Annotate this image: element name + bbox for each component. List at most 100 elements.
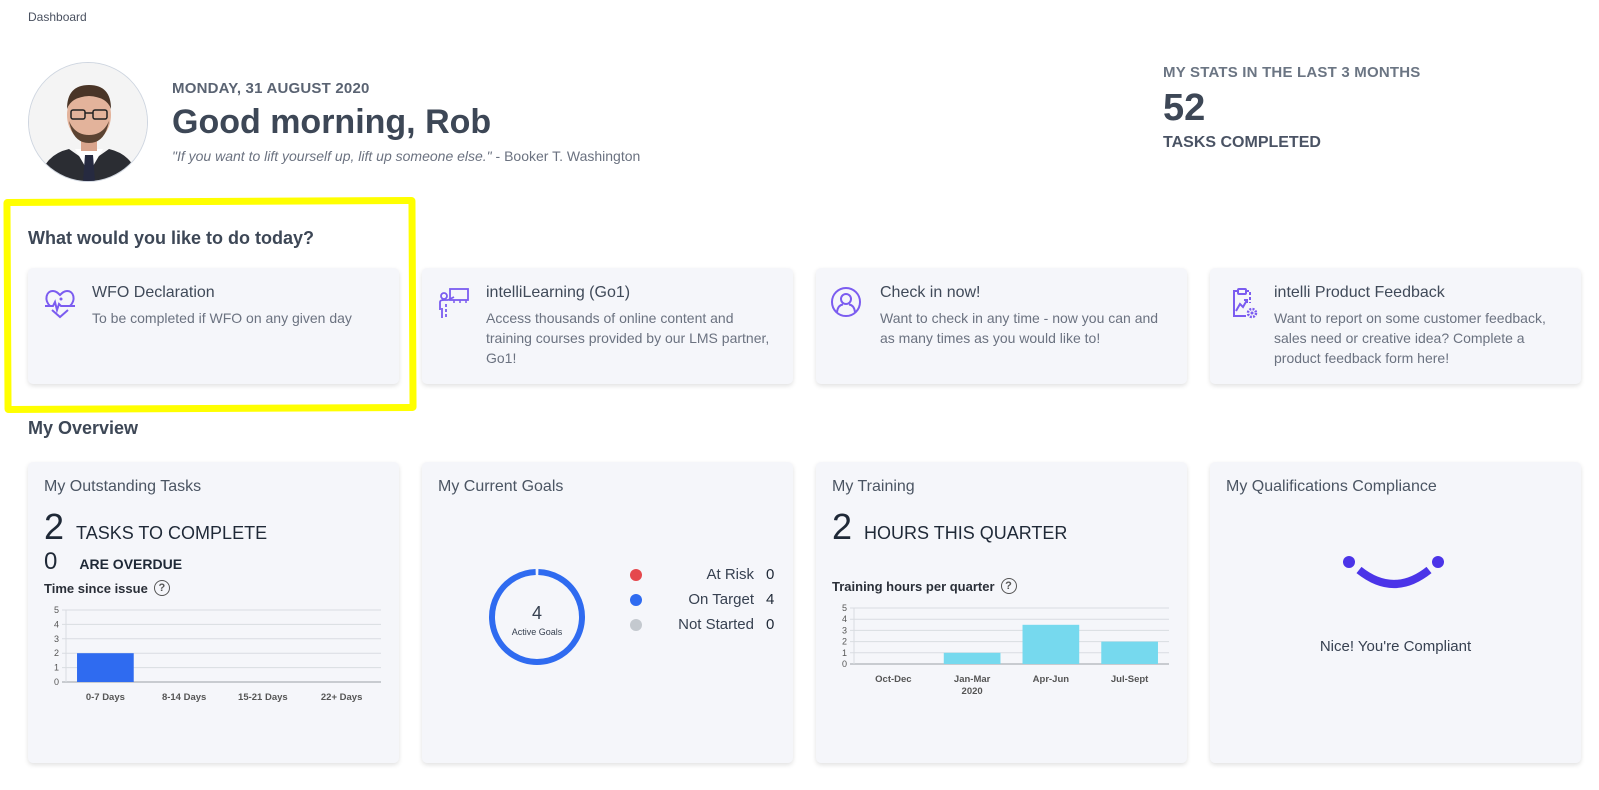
goals-legend: At Risk 0 On Target 4 Not Started 0	[630, 562, 774, 637]
help-icon[interactable]: ?	[153, 580, 170, 596]
action-title: intelli Product Feedback	[1274, 284, 1445, 301]
overdue-label: ARE OVERDUE	[79, 556, 183, 572]
daily-quote: "If you want to lift yourself up, lift u…	[172, 148, 640, 164]
action-title: intelliLearning (Go1)	[486, 284, 631, 301]
y-tick-label: 2	[842, 637, 847, 647]
breadcrumb[interactable]: Dashboard	[28, 10, 87, 24]
card-title: My Current Goals	[438, 478, 564, 495]
overdue-row: 0 ARE OVERDUE	[44, 548, 383, 576]
x-tick-label: 0-7 Days	[86, 692, 125, 703]
user-photo	[29, 63, 147, 181]
training-hours-chart: 012 345 Oct-Dec Jan-Mar2020 Apr-Jun Jul-Sept	[842, 603, 1169, 697]
action-desc: Want to report on some customer feedback…	[1274, 310, 1546, 366]
legend-dot	[630, 568, 642, 581]
tasks-count: 2	[44, 506, 65, 547]
quote-author: - Booker T. Washington	[491, 148, 641, 164]
action-desc: Want to check in any time - now you can …	[880, 310, 1159, 346]
legend-label: On Target	[688, 591, 754, 608]
chart-title-text: Time since issue	[44, 580, 148, 596]
clipboard-gear-icon	[1233, 288, 1258, 319]
action-title: WFO Declaration	[92, 284, 215, 301]
training-hours: 2	[832, 506, 853, 547]
time-since-issue-chart: 0 1 2 3 4 5 0-7 Days 8-14 Days 15-21 Days 22+ Day…	[54, 605, 381, 703]
legend-value: 0	[766, 616, 775, 633]
outstanding-tasks-card[interactable]: My Outstanding Tasks 2 TASKS TO COMPLETE…	[28, 462, 399, 763]
x-tick-label: 8-14 Days	[162, 692, 206, 703]
chart-title: Time since issue ?	[44, 580, 383, 596]
y-tick-label: 3	[842, 625, 847, 635]
card-title: My Training	[832, 478, 915, 495]
smiley-right-eye	[1432, 556, 1444, 568]
compliance-message: Nice! You're Compliant	[1319, 638, 1472, 655]
smiley-mouth	[1356, 566, 1432, 588]
quote-text: "If you want to lift yourself up, lift u…	[172, 148, 492, 164]
x-tick-label: Apr-Jun	[1033, 674, 1070, 685]
y-tick-label: 0	[54, 677, 59, 687]
chart-title-text: Training hours per quarter	[832, 578, 995, 594]
stats-label: MY STATS IN THE LAST 3 MONTHS	[1163, 64, 1421, 81]
greeting-block: MONDAY, 31 AUGUST 2020 Good morning, Rob…	[172, 80, 640, 164]
x-tick-label: Jan-Mar	[954, 674, 991, 685]
legend-value: 0	[766, 566, 775, 583]
bar[interactable]	[1022, 624, 1080, 664]
card-title: My Outstanding Tasks	[44, 478, 202, 495]
chart-title: Training hours per quarter ?	[832, 578, 1171, 594]
legend-row-not-started: Not Started 0	[630, 612, 774, 637]
current-date: MONDAY, 31 AUGUST 2020	[172, 80, 370, 97]
legend-row-on-target: On Target 4	[630, 587, 774, 612]
x-tick-label: 22+ Days	[321, 692, 362, 703]
user-circle-icon	[831, 287, 861, 317]
compliance-card[interactable]: My Qualifications Compliance Nice! You'r…	[1210, 462, 1581, 763]
training-card[interactable]: My Training 2 HOURS THIS QUARTER Trainin…	[816, 462, 1187, 763]
action-card-intellilearning[interactable]: intelliLearning (Go1) Access thousands o…	[422, 268, 793, 384]
avatar	[28, 62, 148, 182]
legend-value: 4	[766, 591, 775, 608]
action-card-wfo-declaration[interactable]: WFO Declaration To be completed if WFO o…	[28, 268, 399, 384]
y-tick-label: 4	[54, 619, 59, 629]
training-hours-row: 2 HOURS THIS QUARTER	[832, 506, 1171, 548]
y-tick-label: 1	[54, 663, 59, 673]
legend-dot	[630, 593, 642, 606]
teacher-board-icon	[439, 288, 469, 318]
card-title: My Qualifications Compliance	[1226, 478, 1437, 495]
bar[interactable]	[943, 652, 1001, 664]
legend-row-at-risk: At Risk 0	[630, 562, 774, 587]
bar[interactable]	[77, 653, 134, 682]
x-tick-sublabel: 2020	[962, 686, 983, 697]
x-tick-label: Oct-Dec	[875, 674, 911, 685]
stats-sublabel: TASKS COMPLETED	[1163, 134, 1321, 151]
x-tick-label: 15-21 Days	[238, 692, 288, 703]
y-tick-label: 0	[842, 659, 847, 669]
smiley-left-eye	[1343, 556, 1355, 568]
legend-label: At Risk	[706, 566, 754, 583]
y-tick-label: 5	[842, 603, 847, 613]
stats-value: 52	[1163, 87, 1206, 129]
action-desc: Access thousands of online content and t…	[486, 310, 770, 366]
donut-center-label: Active Goals	[512, 627, 563, 637]
heart-pulse-icon	[45, 289, 75, 319]
overdue-count: 0	[44, 548, 58, 575]
y-tick-label: 5	[54, 605, 59, 615]
smiley-icon	[1343, 556, 1444, 588]
greeting-heading: Good morning, Rob	[172, 103, 492, 141]
tasks-count-label: TASKS TO COMPLETE	[76, 523, 268, 543]
action-card-product-feedback[interactable]: intelli Product Feedback Want to report …	[1210, 268, 1581, 384]
y-tick-label: 2	[54, 648, 59, 658]
donut-center-value: 4	[532, 603, 542, 623]
action-title: Check in now!	[880, 284, 981, 301]
y-tick-label: 4	[842, 614, 847, 624]
action-desc: To be completed if WFO on any given day	[92, 310, 352, 326]
x-tick-label: Jul-Sept	[1111, 674, 1149, 685]
y-tick-label: 3	[54, 634, 59, 644]
action-card-check-in[interactable]: Check in now! Want to check in any time …	[816, 268, 1187, 384]
actions-heading: What would you like to do today?	[28, 228, 314, 248]
stats-block: MY STATS IN THE LAST 3 MONTHS 52 TASKS C…	[1163, 64, 1420, 152]
legend-dot	[630, 618, 642, 631]
help-icon[interactable]: ?	[1000, 578, 1017, 594]
tasks-count-row: 2 TASKS TO COMPLETE	[44, 506, 383, 548]
bar[interactable]	[1101, 641, 1158, 664]
overview-heading: My Overview	[28, 418, 139, 438]
legend-label: Not Started	[678, 616, 754, 633]
goals-donut-chart: 4 Active Goals	[489, 569, 585, 665]
y-tick-label: 1	[842, 648, 847, 658]
